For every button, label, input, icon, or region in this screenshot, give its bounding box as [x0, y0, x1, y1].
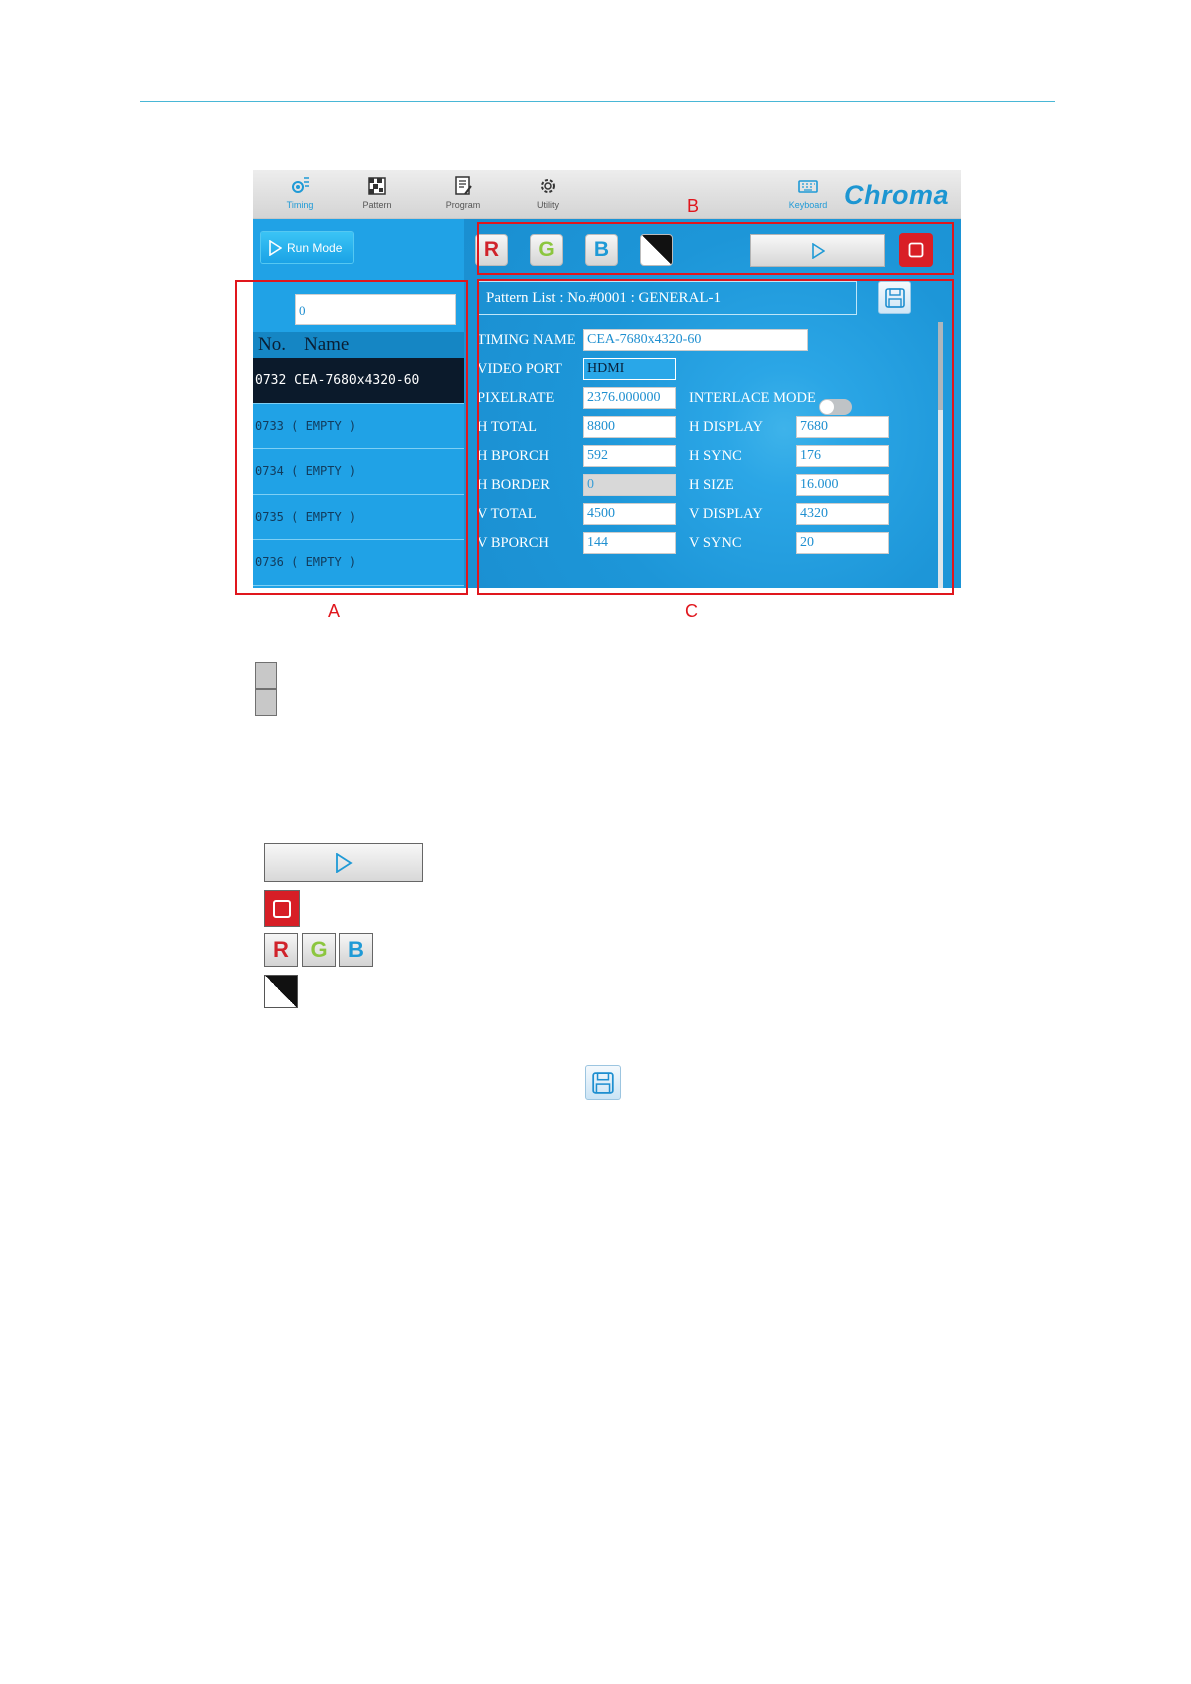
annotation-box-c: [477, 279, 954, 595]
black-white-icon: [264, 975, 298, 1008]
top-toolbar: Timing Pattern Program Utility Keyboard …: [253, 170, 961, 219]
annotation-label-c: C: [685, 601, 698, 621]
save-disk-glyph: [592, 1071, 614, 1094]
toolbar-utility[interactable]: Utility: [513, 174, 583, 210]
gray-square-icon: [255, 662, 277, 689]
gray-square-icon: [255, 689, 277, 716]
annotation-box-b: [477, 222, 954, 275]
toolbar-timing[interactable]: Timing: [265, 174, 335, 210]
save-disk-icon: [585, 1065, 621, 1100]
toolbar-label: Utility: [537, 200, 559, 210]
toolbar-pattern[interactable]: Pattern: [342, 174, 412, 210]
toolbar-label: Timing: [286, 200, 314, 210]
toolbar-label: Program: [445, 200, 481, 210]
green-button-icon: G: [302, 933, 336, 967]
stop-button-icon: [264, 890, 300, 927]
gear-timing-icon: [292, 177, 309, 193]
annotation-label-b: B: [687, 196, 700, 216]
play-outline-icon: [269, 239, 282, 256]
run-mode-button[interactable]: Run Mode: [261, 232, 353, 263]
utility-gear-icon: [541, 179, 555, 193]
blue-button-icon: B: [339, 933, 373, 967]
toolbar-label: Pattern: [362, 200, 392, 210]
keyboard-icon: [798, 180, 818, 193]
toolbar-program[interactable]: Program: [428, 174, 498, 210]
stop-square-icon: [273, 899, 291, 918]
toolbar-keyboard[interactable]: Keyboard: [773, 174, 843, 210]
header-rule: [140, 101, 1055, 102]
toolbar-label: Keyboard: [788, 200, 828, 210]
program-icon: [455, 176, 472, 195]
brand-logo: Chroma: [843, 180, 949, 210]
play-outline-icon: [335, 852, 353, 873]
run-mode-label: Run Mode: [287, 240, 343, 255]
red-button-icon: R: [264, 933, 298, 967]
annotation-label-a: A: [328, 601, 341, 621]
annotation-box-a: [235, 280, 468, 595]
pattern-icon: [368, 177, 386, 195]
play-button-icon: [264, 843, 423, 882]
